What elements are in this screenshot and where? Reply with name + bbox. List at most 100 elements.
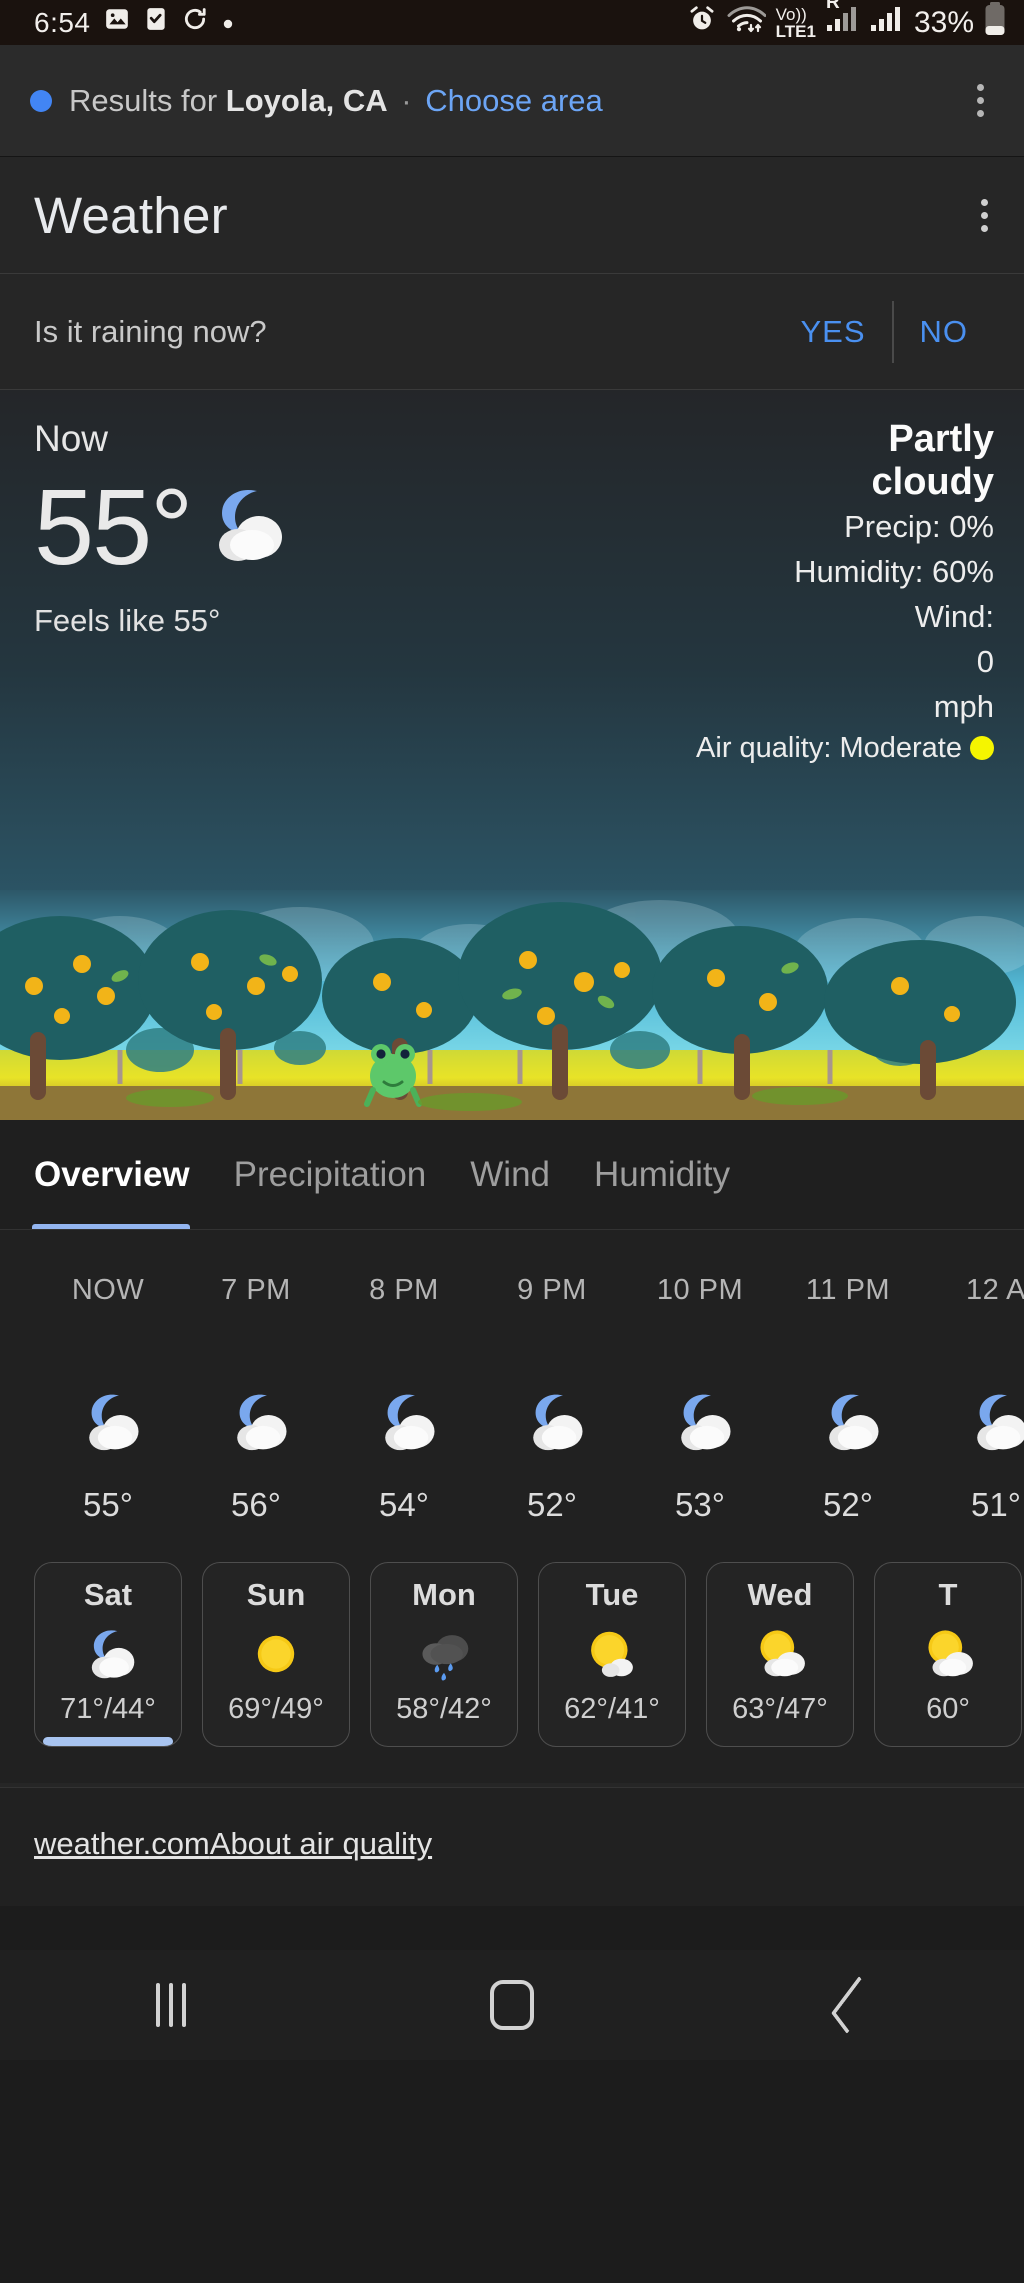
precip-value: Precip: 0% bbox=[844, 509, 994, 545]
hourly-item[interactable]: 8 PM 54° bbox=[330, 1274, 478, 1524]
current-temperature: 55° bbox=[34, 466, 193, 587]
tab-wind[interactable]: Wind bbox=[470, 1120, 572, 1230]
humidity-value: Humidity: 60% bbox=[794, 554, 994, 589]
volte-label: Vo)) LTE1 bbox=[776, 6, 816, 40]
tab-humidity[interactable]: Humidity bbox=[594, 1120, 752, 1230]
raining-yes-button[interactable]: YES bbox=[774, 304, 891, 360]
day-card-sun[interactable]: Sun 69°/49° bbox=[202, 1562, 350, 1747]
battery-icon bbox=[984, 2, 1006, 43]
tab-precipitation[interactable]: Precipitation bbox=[234, 1120, 449, 1230]
roaming-signal-icon: R bbox=[826, 0, 860, 39]
feels-like: Feels like 55° bbox=[34, 603, 221, 638]
recents-button[interactable] bbox=[96, 1950, 246, 2060]
air-quality-label: Air quality: Moderate bbox=[696, 731, 962, 764]
raining-prompt-row: Is it raining now? YES NO bbox=[0, 274, 1024, 389]
sync-icon bbox=[182, 6, 208, 39]
daily-forecast: Sat 71°/44° Sun 69°/49° Mon 58°/42° Tue … bbox=[0, 1534, 1024, 1783]
day-temps: 60° bbox=[926, 1693, 970, 1725]
current-temp-row: 55° bbox=[34, 473, 289, 581]
day-name: Mon bbox=[412, 1577, 476, 1612]
partly-cloudy-night-icon bbox=[626, 1362, 774, 1482]
day-card-sat[interactable]: Sat 71°/44° bbox=[34, 1562, 182, 1747]
hourly-item[interactable]: NOW 55° bbox=[34, 1274, 182, 1524]
day-card-tue[interactable]: Tue 62°/41° bbox=[538, 1562, 686, 1747]
day-temps: 62°/41° bbox=[564, 1693, 660, 1725]
about-air-quality-link[interactable]: About air quality bbox=[210, 1826, 432, 1861]
hourly-item[interactable]: 12 A 51° bbox=[922, 1274, 1024, 1524]
tab-overview[interactable]: Overview bbox=[32, 1120, 212, 1230]
results-text: Results for Loyola, CA · Choose area bbox=[69, 83, 603, 119]
phone-screen: 6:54 Vo)) LTE1 R 33% Results for Loyola,… bbox=[0, 0, 1024, 2283]
network-text: LTE1 bbox=[775, 21, 816, 41]
hourly-item[interactable]: 7 PM 56° bbox=[182, 1274, 330, 1524]
weather-overflow-menu-icon[interactable] bbox=[969, 191, 1000, 240]
current-details: Partly cloudy Precip: 0% Humidity: 60% W… bbox=[696, 418, 994, 765]
hourly-forecast: NOW 55° 7 PM 56° 8 PM 54° 9 PM 52° 10 PM… bbox=[0, 1230, 1024, 1534]
hourly-temp: 51° bbox=[971, 1486, 1021, 1523]
weather-com-link[interactable]: weather.com bbox=[34, 1826, 210, 1861]
status-bar-right: Vo)) LTE1 R 33% bbox=[688, 0, 1006, 43]
air-quality-dot-icon bbox=[970, 735, 994, 760]
condition-line-1: Partly bbox=[888, 418, 994, 460]
current-left: Now 55° Feels like 55° bbox=[34, 418, 289, 765]
day-temps: 71°/44° bbox=[60, 1693, 156, 1725]
day-temps: 58°/42° bbox=[396, 1693, 492, 1725]
day-name: Tue bbox=[585, 1577, 639, 1612]
partly-cloudy-night-icon bbox=[34, 1362, 182, 1482]
day-card-thu[interactable]: T 60° bbox=[874, 1562, 1022, 1747]
recents-icon bbox=[155, 1983, 186, 2027]
hourly-temp: 55° bbox=[83, 1486, 133, 1523]
hourly-time: 8 PM bbox=[369, 1274, 439, 1306]
back-button[interactable] bbox=[778, 1950, 928, 2060]
mostly-sunny-icon bbox=[581, 1619, 643, 1689]
raining-no-button[interactable]: NO bbox=[894, 304, 995, 360]
weather-card: Weather Is it raining now? YES NO Now 55… bbox=[0, 157, 1024, 1906]
wind-label: Wind: bbox=[914, 598, 994, 634]
hourly-time: 9 PM bbox=[517, 1274, 587, 1306]
hourly-item[interactable]: 9 PM 52° bbox=[478, 1274, 626, 1524]
home-icon bbox=[489, 1980, 534, 2030]
hourly-item[interactable]: 10 PM 53° bbox=[626, 1274, 774, 1524]
hourly-temp: 54° bbox=[379, 1486, 429, 1523]
day-temps: 69°/49° bbox=[228, 1693, 324, 1725]
hourly-temp: 56° bbox=[231, 1486, 281, 1523]
page-gap bbox=[0, 1906, 1024, 1950]
location-dot-icon bbox=[30, 89, 52, 112]
forecast-tabs: Overview Precipitation Wind Humidity bbox=[0, 1120, 1024, 1230]
partly-cloudy-day-icon bbox=[917, 1619, 979, 1689]
air-quality-row: Air quality: Moderate bbox=[696, 732, 994, 765]
current-conditions-hero: Now 55° Feels like 55° Partly cloudy Pre… bbox=[0, 390, 1024, 1120]
hourly-time: 12 A bbox=[965, 1274, 1024, 1306]
hourly-temp: 52° bbox=[823, 1486, 873, 1523]
day-name: Sun bbox=[246, 1577, 306, 1612]
wind-unit: mph bbox=[933, 688, 994, 724]
day-name: T bbox=[938, 1577, 958, 1612]
day-card-wed[interactable]: Wed 63°/47° bbox=[706, 1562, 854, 1747]
results-overflow-menu-icon[interactable] bbox=[965, 76, 996, 125]
weather-scene-illustration bbox=[0, 890, 1024, 1120]
sunny-icon bbox=[249, 1619, 303, 1689]
now-label: Now bbox=[34, 418, 109, 459]
page-title: Weather bbox=[34, 186, 228, 244]
system-nav-bar bbox=[0, 1950, 1024, 2060]
choose-area-link[interactable]: Choose area bbox=[425, 83, 603, 118]
hourly-item[interactable]: 11 PM 52° bbox=[774, 1274, 922, 1524]
day-name: Sat bbox=[83, 1577, 133, 1612]
hourly-row: NOW 55° 7 PM 56° 8 PM 54° 9 PM 52° 10 PM… bbox=[0, 1274, 1024, 1524]
day-card-mon[interactable]: Mon 58°/42° bbox=[370, 1562, 518, 1747]
hourly-time: NOW bbox=[71, 1274, 145, 1306]
day-temps: 63°/47° bbox=[732, 1693, 828, 1725]
hourly-temp: 53° bbox=[675, 1486, 725, 1523]
tabs-underline bbox=[0, 1229, 1024, 1230]
condition-line-2: cloudy bbox=[871, 460, 994, 503]
partly-cloudy-night-icon bbox=[774, 1362, 922, 1482]
raining-question: Is it raining now? bbox=[34, 313, 267, 349]
partly-cloudy-night-icon bbox=[77, 1619, 139, 1689]
partly-cloudy-night-icon bbox=[197, 479, 289, 576]
roaming-text: R bbox=[825, 0, 840, 13]
image-icon bbox=[104, 6, 130, 39]
results-bar: Results for Loyola, CA · Choose area bbox=[0, 45, 1024, 157]
hourly-time: 10 PM bbox=[656, 1274, 744, 1306]
home-button[interactable] bbox=[437, 1950, 587, 2060]
back-icon bbox=[831, 1975, 876, 2035]
